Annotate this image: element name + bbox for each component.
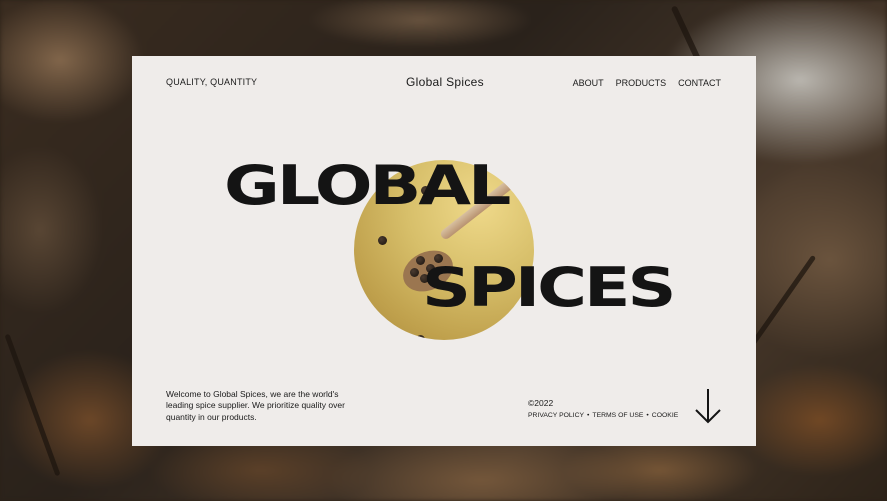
footer-links: PRIVACY POLICY • TERMS OF USE • COOKIE [528, 412, 678, 419]
main-nav: ABOUT PRODUCTS CONTACT [573, 78, 721, 88]
hero-title-spices: SPICES [422, 256, 676, 320]
brand-logo-text[interactable]: Global Spices [406, 75, 484, 89]
landing-card: QUALITY, QUANTITY Global Spices ABOUT PR… [132, 56, 756, 446]
footer-separator: • [646, 412, 649, 419]
header-tagline: QUALITY, QUANTITY [166, 77, 258, 87]
cookie-link[interactable]: COOKIE [652, 412, 678, 419]
nav-products[interactable]: PRODUCTS [616, 78, 667, 88]
peppercorn [416, 335, 425, 340]
privacy-policy-link[interactable]: PRIVACY POLICY [528, 412, 584, 419]
hero-title-global: GLOBAL [224, 154, 511, 218]
intro-text: Welcome to Global Spices, we are the wor… [166, 389, 345, 422]
nav-contact[interactable]: CONTACT [678, 78, 721, 88]
peppercorn [410, 268, 419, 277]
peppercorn [378, 236, 387, 245]
terms-of-use-link[interactable]: TERMS OF USE [592, 412, 643, 419]
copyright: ©2022 [528, 398, 554, 408]
nav-about[interactable]: ABOUT [573, 78, 604, 88]
footer-separator: • [587, 412, 590, 419]
arrow-down-icon[interactable] [692, 386, 724, 426]
